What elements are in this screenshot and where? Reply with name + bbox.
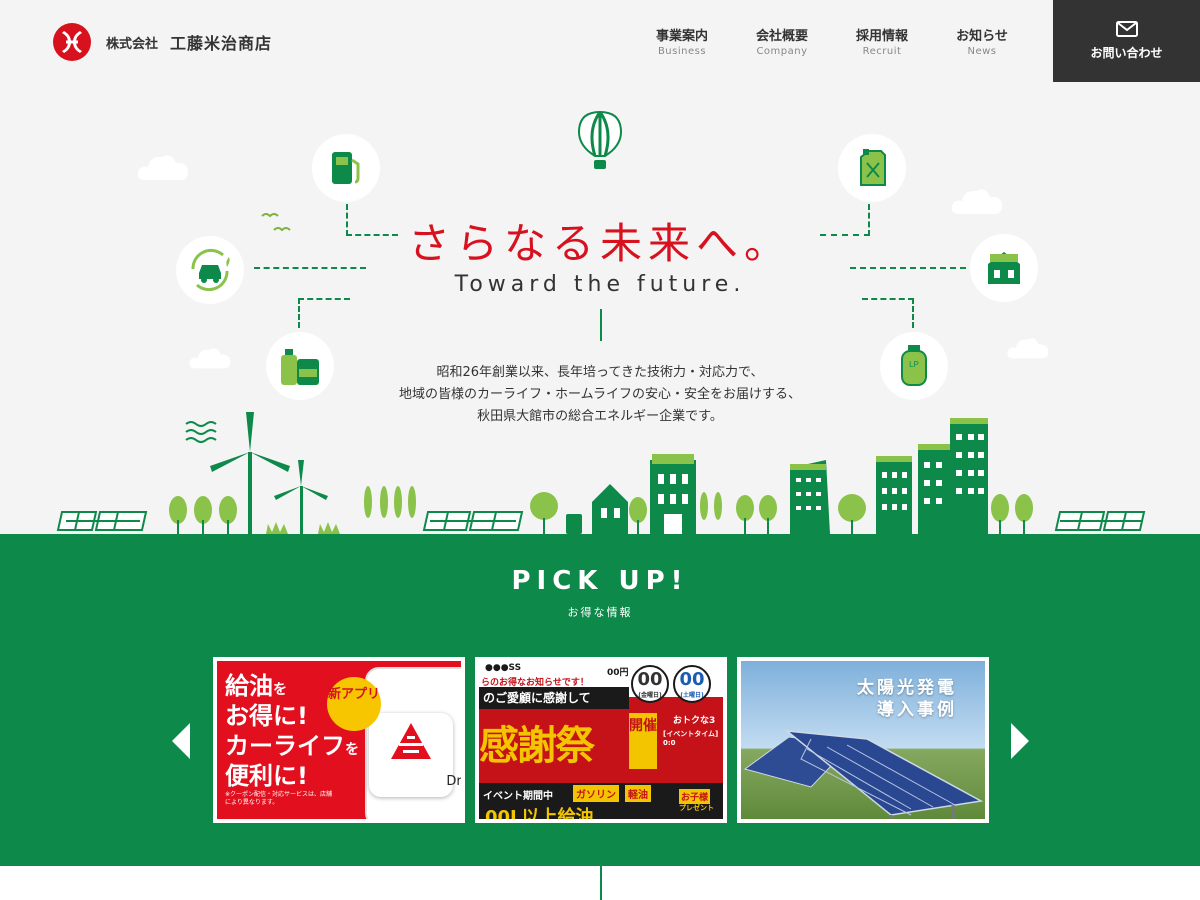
campaign-ss: ●●●SS	[485, 663, 522, 673]
solar-title: 太陽光発電 導入事例	[857, 677, 957, 721]
nav-label-en: Recruit	[862, 46, 902, 57]
nav-label-jp: お知らせ	[956, 29, 1008, 44]
nav-label-en: News	[967, 46, 997, 57]
pickup-title: PICK UP!	[511, 566, 689, 596]
jerrycan-icon	[838, 134, 906, 202]
cityscape-illustration	[0, 412, 1200, 536]
pickup-card-app[interactable]: 給油を お得に! カーライフを 便利に! ※クーポン配信・対応サービスは、店舗に…	[213, 657, 465, 823]
hero-description-line: 昭和26年創業以来、長年培ってきた技術力・対応力で、	[436, 365, 764, 380]
hero-title: さらなる未来へ。	[407, 219, 792, 268]
pickup-card-solar[interactable]: 太陽光発電 導入事例	[737, 657, 989, 823]
new-app-badge: 新アプリ	[327, 677, 381, 731]
campaign-gasoline: ガソリン	[573, 785, 619, 802]
app-name: Drive On	[446, 774, 465, 789]
solar-title-line1: 太陽光発電	[857, 678, 957, 698]
fuel-pump-icon	[312, 134, 380, 202]
contact-button[interactable]: お問い合わせ	[1053, 0, 1200, 82]
campaign-big-title: 感謝祭	[479, 723, 595, 769]
solar-panel-icon	[56, 511, 148, 531]
campaign-thanks: のご愛顧に感謝して	[479, 687, 629, 709]
nav-news[interactable]: お知らせ News	[932, 25, 1032, 57]
nav-recruit[interactable]: 採用情報 Recruit	[832, 25, 932, 57]
pickup-card-campaign[interactable]: ●●●SS らのお得なお知らせです！ 00円 のご愛顧に感謝して 00 (金曜日)…	[475, 657, 727, 823]
nav-label-jp: 会社概要	[755, 29, 808, 44]
nav-label-jp: 採用情報	[855, 29, 908, 44]
campaign-otoku: おトクな3	[673, 716, 716, 726]
wind-waves-icon	[185, 421, 217, 443]
app-line2: お得に!	[225, 702, 308, 730]
app-note: ※クーポン配信・対応サービスは、店舗により異なります。	[225, 791, 333, 806]
campaign-date-2: 00 (土曜日)	[673, 665, 711, 703]
campaign-present: プレゼント	[679, 804, 714, 812]
nav-label-en: Business	[657, 46, 707, 57]
connector-line	[298, 298, 350, 300]
pickup-subtitle: お得な情報	[567, 606, 633, 619]
drive-on-app-icon: Drive On	[369, 713, 461, 797]
connector-line	[862, 298, 914, 300]
balloon-icon	[577, 110, 623, 169]
connector-line	[912, 298, 914, 328]
pickup-section: PICK UP! お得な情報 給油を お得に! カーライフを 便利に! ※クーポ…	[0, 536, 1200, 866]
mail-icon	[1115, 21, 1138, 37]
campaign-footer: イベント期間中 ガソリン 軽油 00L以上給油 お子様 プレゼント	[479, 783, 723, 823]
campaign-fuel-line: 00L以上給油	[485, 807, 594, 823]
campaign-event-period: イベント期間中	[483, 791, 553, 802]
logo-company-name: 工藤米治商店	[170, 34, 273, 53]
main-nav: 事業案内 Business 会社概要 Company 採用情報 Recruit …	[632, 25, 1032, 57]
contact-label: お問い合わせ	[1090, 46, 1163, 60]
company-logo-icon	[53, 23, 91, 61]
campaign-kaisai: 開催	[629, 713, 657, 769]
nav-business[interactable]: 事業案内 Business	[632, 25, 732, 57]
logo-corp-label: 株式会社	[106, 36, 159, 52]
campaign-kids: お子様	[679, 789, 711, 804]
solar-title-line2: 導入事例	[877, 700, 957, 720]
cloud-icon	[137, 155, 188, 180]
nav-label-jp: 事業案内	[655, 29, 708, 44]
app-line3: カーライフを	[225, 732, 359, 760]
hero-section: LP さらなる未来へ。 Toward the future. 昭和26年創業以来…	[0, 82, 1200, 536]
campaign-date-1: 00 (金曜日)	[631, 665, 669, 703]
recycle-bin-icon	[566, 514, 582, 534]
carousel-next-arrow[interactable]	[1009, 721, 1031, 761]
campaign-event-time: [イベントタイム] 0:0	[663, 730, 719, 747]
logo[interactable]: 株式会社 工藤米治商店	[52, 22, 272, 62]
campaign-diesel: 軽油	[625, 785, 651, 802]
hero-subtitle: Toward the future.	[454, 272, 746, 297]
section-divider-line	[600, 866, 602, 900]
hero-divider	[600, 309, 602, 341]
campaign-price: 00円	[607, 668, 629, 678]
nav-company[interactable]: 会社概要 Company	[732, 25, 832, 57]
connector-line	[298, 298, 300, 328]
app-line4: 便利に!	[225, 762, 308, 790]
carousel-prev-arrow[interactable]	[170, 721, 192, 761]
app-line1: 給油を	[225, 672, 287, 700]
cloud-icon	[1007, 338, 1049, 359]
site-header: 株式会社 工藤米治商店 事業案内 Business 会社概要 Company 採…	[0, 0, 1200, 82]
nav-label-en: Company	[756, 46, 808, 57]
